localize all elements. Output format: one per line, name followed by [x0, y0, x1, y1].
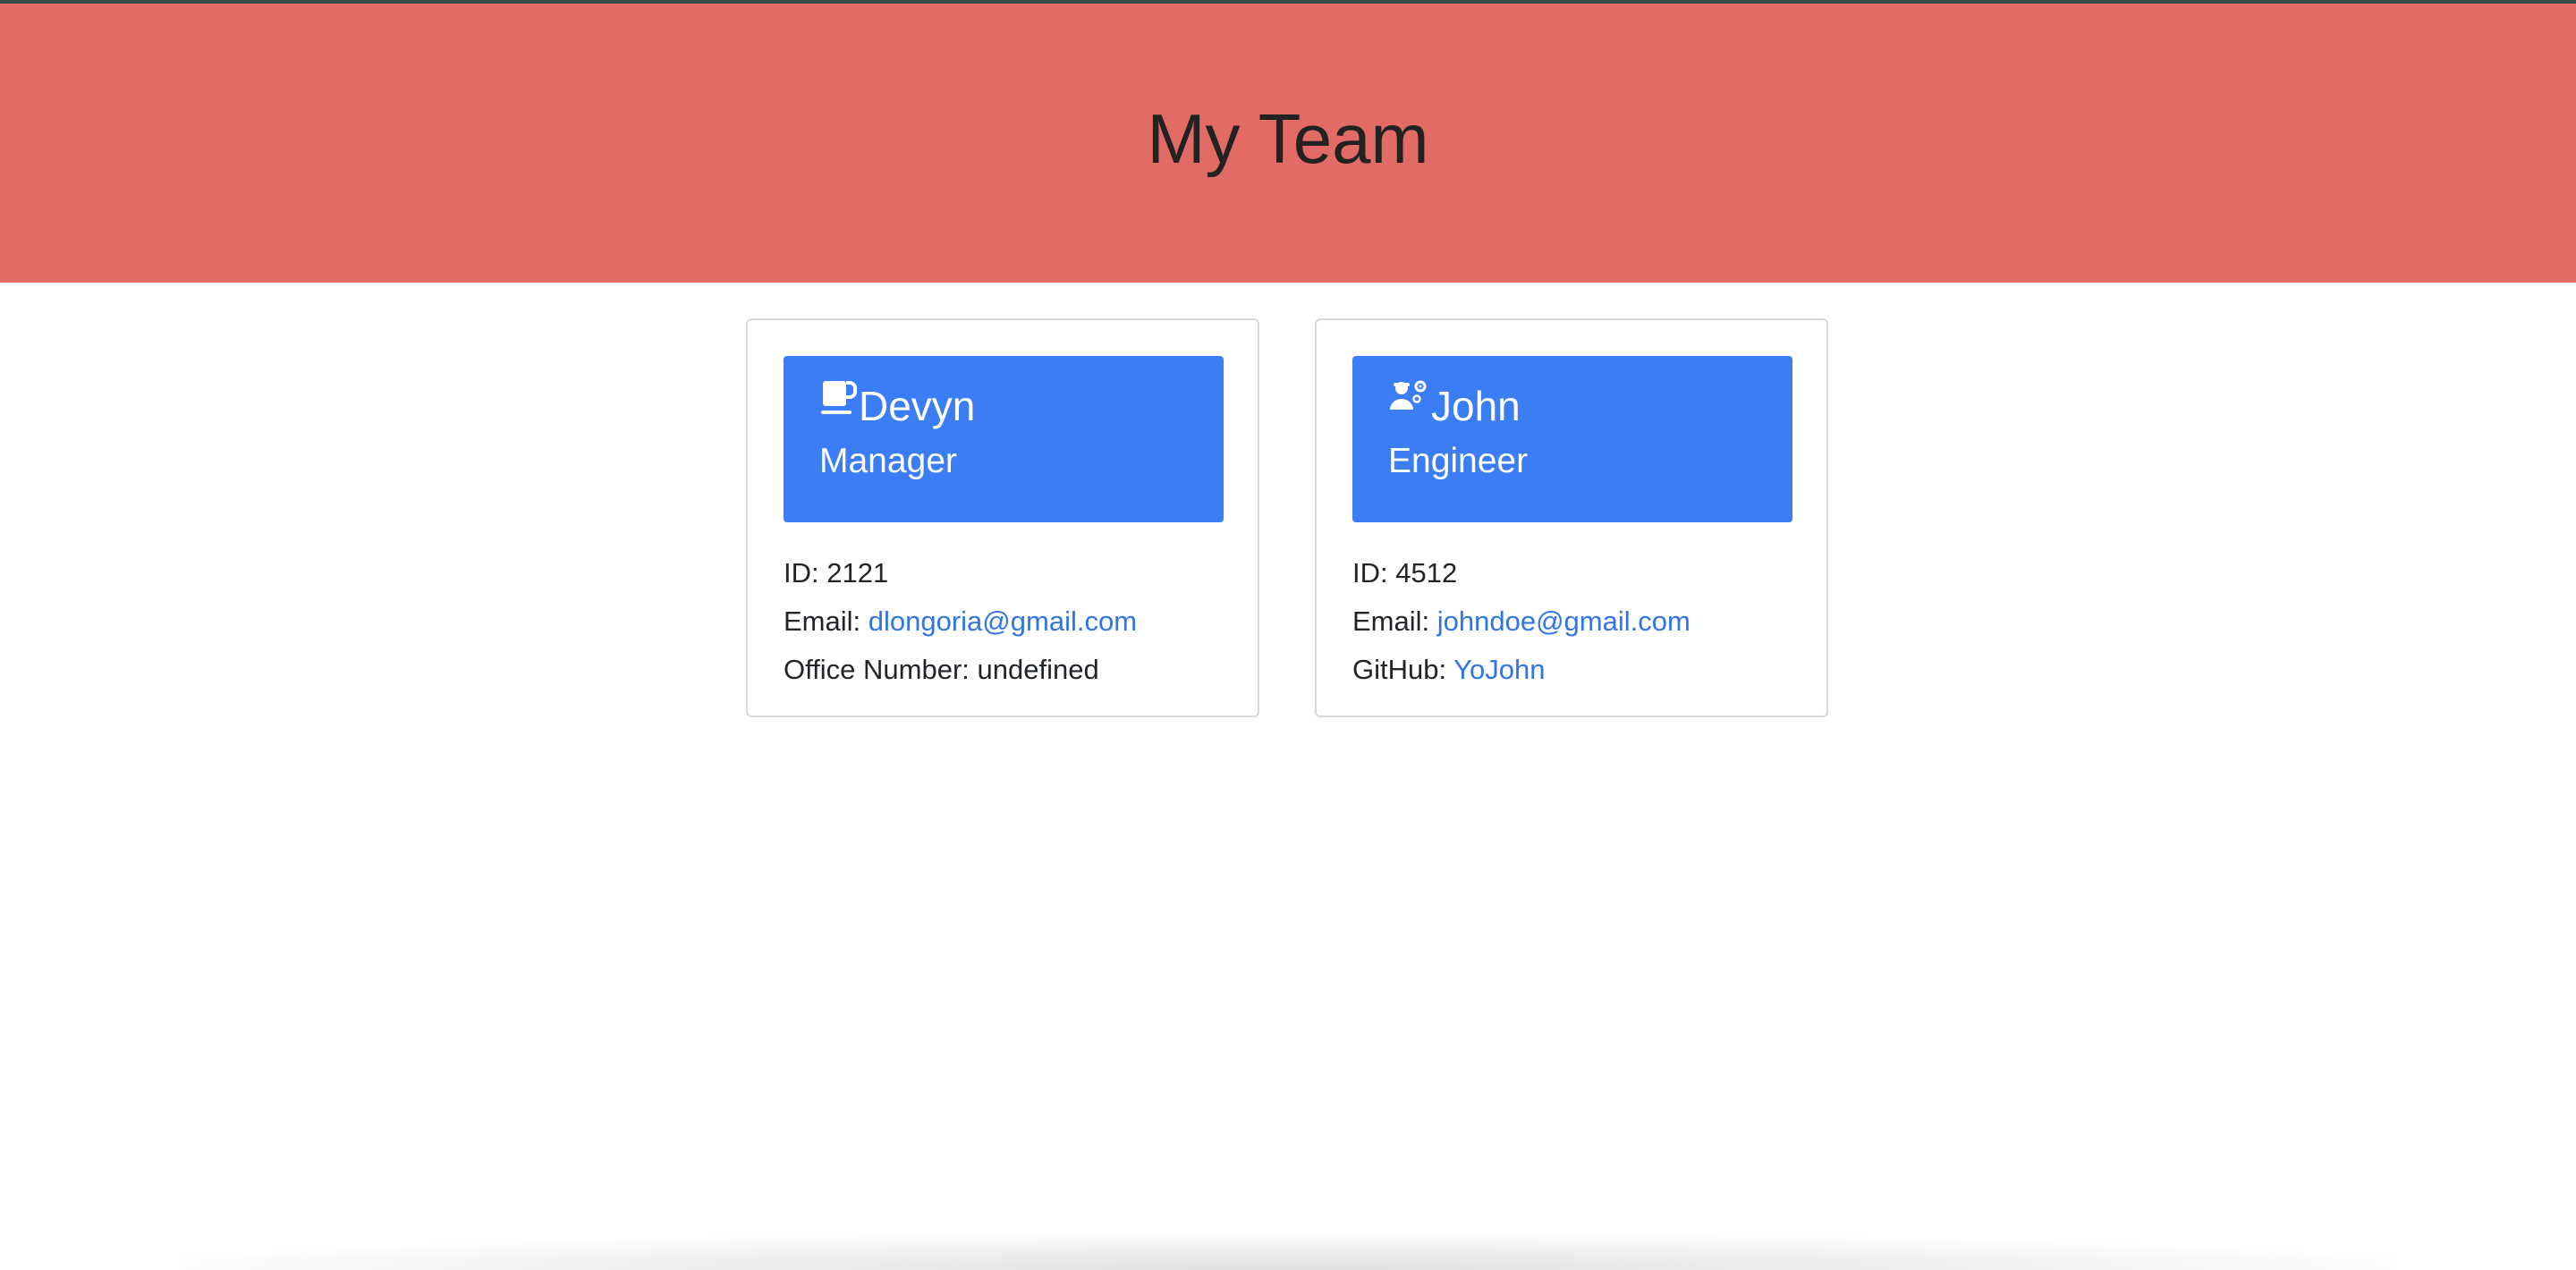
id-value: 4512	[1395, 557, 1458, 588]
github-link[interactable]: YoJohn	[1453, 654, 1545, 685]
employee-name: Devyn	[859, 383, 976, 429]
card-header: Devyn Manager	[784, 356, 1224, 522]
office-number-value: undefined	[977, 654, 1099, 685]
employee-id-row: ID: 2121	[784, 549, 1137, 597]
office-number-label: Office Number:	[784, 654, 978, 685]
email-link[interactable]: johndoe@gmail.com	[1437, 605, 1690, 637]
coffee-icon	[819, 377, 857, 417]
github-label: GitHub:	[1352, 654, 1454, 685]
employee-id-row: ID: 4512	[1352, 549, 1690, 597]
card-name-row: John	[1388, 377, 1521, 435]
employee-email-row: Email: johndoe@gmail.com	[1352, 597, 1690, 646]
github-row: GitHub: YoJohn	[1352, 646, 1690, 694]
engineer-icon	[1388, 377, 1429, 417]
page-title: My Team	[1147, 98, 1429, 178]
page-header: My Team	[0, 4, 2576, 283]
id-label: ID:	[784, 557, 827, 588]
employee-name: John	[1431, 383, 1521, 429]
office-number-row: Office Number: undefined	[784, 646, 1137, 694]
email-label: Email:	[784, 605, 869, 637]
card-body: ID: 4512 Email: johndoe@gmail.com GitHub…	[1352, 549, 1690, 694]
employee-card-manager: Devyn Manager ID: 2121 Email: dlongoria@…	[746, 318, 1259, 717]
email-link[interactable]: dlongoria@gmail.com	[869, 605, 1137, 637]
bottom-shadow	[179, 1234, 2397, 1270]
card-header: John Engineer	[1352, 356, 1792, 522]
email-label: Email:	[1352, 605, 1437, 637]
id-value: 2121	[826, 557, 889, 588]
card-name-row: Devyn	[819, 377, 975, 435]
id-label: ID:	[1352, 557, 1396, 588]
employee-email-row: Email: dlongoria@gmail.com	[784, 597, 1137, 646]
employee-role: Manager	[819, 442, 957, 480]
employee-role: Engineer	[1388, 442, 1529, 480]
employee-card-engineer: John Engineer ID: 4512 Email: johndoe@gm…	[1315, 318, 1828, 717]
card-body: ID: 2121 Email: dlongoria@gmail.com Offi…	[784, 549, 1137, 694]
